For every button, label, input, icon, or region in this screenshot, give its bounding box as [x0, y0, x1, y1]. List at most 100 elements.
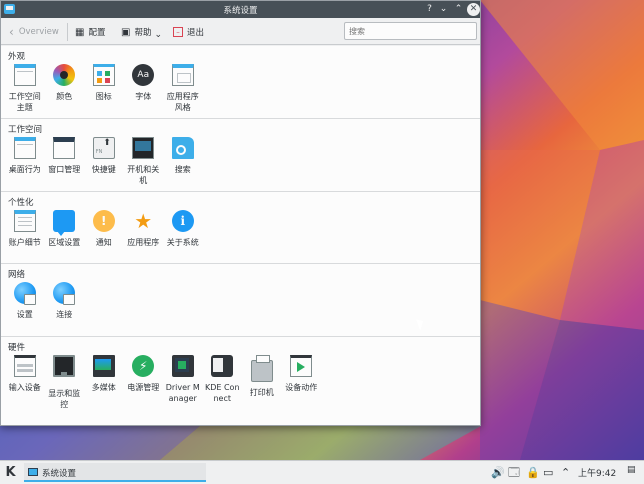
network-settings-icon	[13, 282, 36, 305]
desktop-behavior-icon	[13, 137, 36, 159]
task-system-settings[interactable]: 系统设置	[24, 463, 206, 482]
item-kde-connect[interactable]: KDE Connect	[203, 355, 243, 410]
item-input-devices[interactable]: 输入设备	[5, 355, 45, 410]
maximize-button[interactable]: ⌃	[452, 3, 465, 16]
item-device-actions[interactable]: 设备动作	[282, 355, 322, 410]
item-about-system[interactable]: i 关于系统	[163, 210, 203, 248]
connections-icon	[53, 282, 76, 305]
item-network-settings[interactable]: 设置	[5, 282, 45, 320]
item-regional-settings[interactable]: 区域设置	[45, 210, 85, 248]
fonts-icon: Aa	[132, 64, 155, 86]
help-menu-button[interactable]: ▣ 帮助 ⌄	[121, 24, 166, 41]
item-label: 开机和关机	[127, 165, 160, 185]
item-multimedia[interactable]: 多媒体	[84, 355, 124, 410]
item-label: 连接	[56, 310, 73, 319]
item-label: 图标	[95, 92, 112, 101]
item-power-management[interactable]: ⚡ 电源管理	[124, 355, 164, 410]
item-label: 区域设置	[48, 238, 81, 247]
item-account-details[interactable]: 账户细节	[5, 210, 45, 248]
item-label: 应用程序	[127, 238, 160, 247]
colors-icon	[53, 64, 76, 86]
clock[interactable]: 上午9:42	[578, 466, 616, 479]
item-connections[interactable]: 连接	[45, 282, 85, 320]
item-printer[interactable]: 打印机	[242, 355, 282, 410]
window-management-icon	[53, 137, 76, 159]
about-system-icon: i	[171, 210, 194, 232]
clipboard-icon[interactable]: ▭	[543, 466, 553, 479]
section-hardware: 硬件 输入设备 显示和监控 多媒体 ⚡ 电源管理 Driver Manager …	[1, 337, 480, 425]
configure-icon: ▦	[75, 26, 85, 38]
item-application-style[interactable]: 应用程序风格	[163, 64, 203, 113]
app-launcher-button[interactable]: K	[3, 465, 18, 480]
driver-manager-icon	[171, 355, 194, 377]
startup-shutdown-icon	[132, 137, 155, 159]
item-shortcuts[interactable]: FN 快捷键	[84, 137, 124, 186]
item-driver-manager[interactable]: Driver Manager	[163, 355, 203, 410]
section-title: 硬件	[8, 343, 26, 353]
item-search[interactable]: 搜索	[163, 137, 203, 186]
minimize-button[interactable]: ⌄	[437, 3, 450, 16]
close-button[interactable]: ✕	[467, 3, 480, 16]
task-label: 系统设置	[42, 469, 77, 479]
icons-icon	[92, 64, 115, 86]
chevron-left-icon: ‹	[9, 25, 14, 39]
account-details-icon	[13, 210, 36, 232]
item-label: 颜色	[56, 92, 73, 101]
search-input[interactable]	[344, 22, 477, 40]
section-title: 外观	[8, 52, 26, 62]
section-items: 账户细节 区域设置 ! 通知 ★ 应用程序 i 关于系统	[5, 210, 203, 248]
section-appearance: 外观 工作空间主题 颜色 图标 Aa 字体 应用程序风格	[1, 46, 480, 119]
item-window-management[interactable]: 窗口管理	[45, 137, 85, 186]
item-label: 设备动作	[285, 383, 318, 392]
section-items: 桌面行为 窗口管理 FN 快捷键 开机和关机 搜索	[5, 137, 203, 186]
printer-icon	[250, 355, 273, 382]
item-label: 应用程序风格	[166, 92, 199, 112]
window-title: 系统设置	[223, 6, 258, 16]
system-settings-window: 系统设置 ? ⌄ ⌃ ✕ ‹ Overview ▦ 配置 ▣ 帮助 ⌄ – 退出…	[0, 0, 481, 426]
settings-content: 外观 工作空间主题 颜色 图标 Aa 字体 应用程序风格 工作空间 桌面行为 窗…	[1, 46, 480, 425]
item-icons[interactable]: 图标	[84, 64, 124, 113]
lock-icon[interactable]: 🔒	[526, 466, 540, 479]
item-colors[interactable]: 颜色	[45, 64, 85, 113]
help-label: 帮助	[134, 28, 152, 38]
taskbar: K 系统设置 🔊 🗔 🔒 ▭ ⌃ 上午9:42 ▤	[0, 460, 644, 484]
item-label: 输入设备	[8, 383, 41, 392]
display-icon[interactable]: 🗔	[508, 466, 520, 479]
item-label: 电源管理	[127, 383, 160, 392]
applications-icon: ★	[134, 209, 153, 233]
window-titlebar[interactable]: 系统设置 ? ⌄ ⌃ ✕	[1, 1, 480, 18]
toolbar-separator	[67, 23, 68, 41]
item-desktop-behavior[interactable]: 桌面行为	[5, 137, 45, 186]
item-notifications[interactable]: ! 通知	[84, 210, 124, 248]
item-startup-shutdown[interactable]: 开机和关机	[124, 137, 164, 186]
regional-settings-icon	[53, 210, 76, 236]
section-personalization: 个性化 账户细节 区域设置 ! 通知 ★ 应用程序 i 关于系统	[1, 192, 480, 264]
item-label: 窗口管理	[48, 165, 81, 174]
item-applications[interactable]: ★ 应用程序	[124, 210, 164, 248]
item-label: 显示和监控	[48, 389, 81, 409]
section-title: 网络	[8, 270, 26, 280]
quit-icon: –	[173, 27, 183, 37]
item-label: 多媒体	[91, 383, 116, 392]
item-display-monitor[interactable]: 显示和监控	[45, 355, 85, 410]
shortcuts-icon: FN	[92, 137, 115, 159]
item-workspace-theme[interactable]: 工作空间主题	[5, 64, 45, 113]
section-workspace: 工作空间 桌面行为 窗口管理 FN 快捷键 开机和关机	[1, 119, 480, 192]
application-style-icon	[171, 64, 194, 86]
quit-button[interactable]: – 退出	[173, 24, 204, 40]
configure-button[interactable]: ▦ 配置	[75, 24, 105, 40]
item-fonts[interactable]: Aa 字体	[124, 64, 164, 113]
quit-label: 退出	[187, 28, 205, 38]
system-settings-task-icon	[28, 468, 38, 476]
item-label: 账户细节	[8, 238, 41, 247]
back-button[interactable]: ‹ Overview	[9, 24, 59, 40]
configure-label: 配置	[88, 28, 106, 38]
item-label: KDE Connect	[204, 383, 240, 403]
help-button[interactable]: ?	[423, 3, 436, 16]
chevron-down-icon: ⌄	[154, 30, 163, 40]
item-label: 打印机	[249, 388, 274, 397]
show-desktop-icon[interactable]: ▤	[627, 465, 641, 480]
tray-expand-icon[interactable]: ⌃	[561, 466, 570, 479]
section-network: 网络 设置 连接	[1, 264, 480, 337]
volume-icon[interactable]: 🔊	[491, 466, 505, 479]
